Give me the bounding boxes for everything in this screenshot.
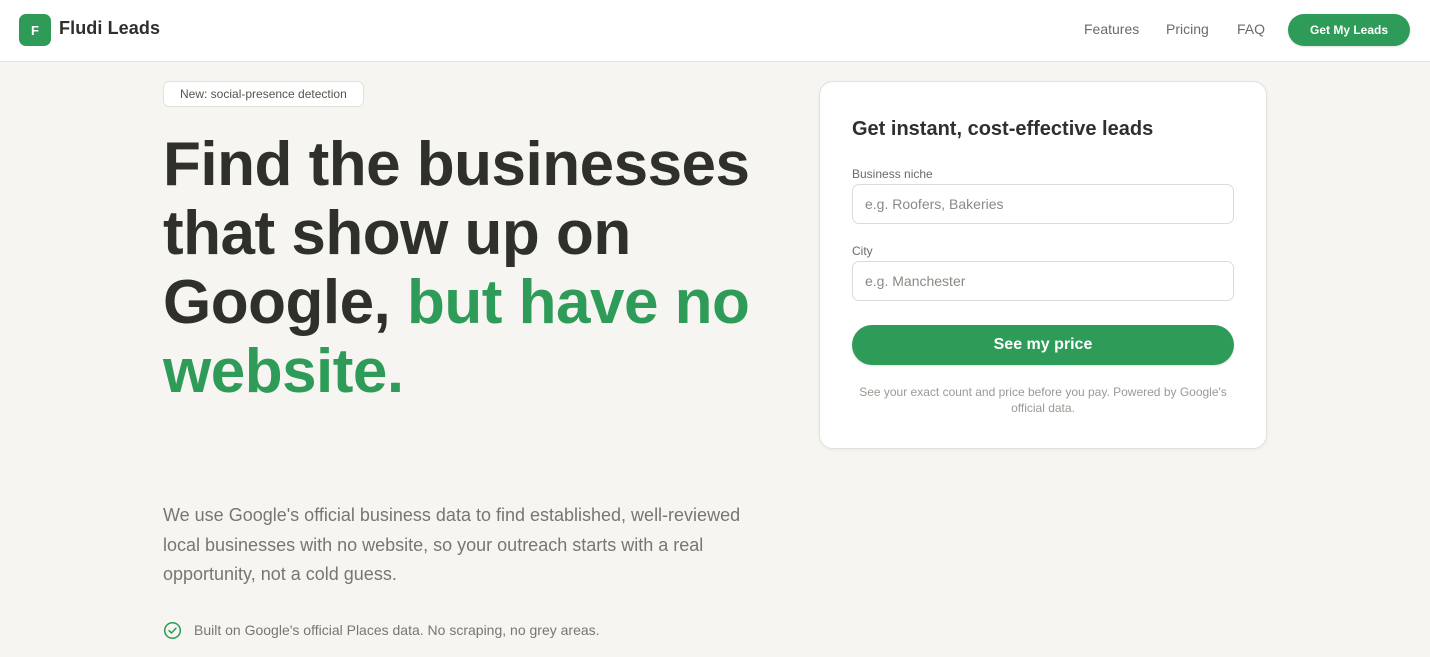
business-niche-input[interactable] bbox=[852, 184, 1234, 224]
form-title: Get instant, cost-effective leads bbox=[852, 118, 1154, 140]
trust-note: Built on Google's official Places data. … bbox=[163, 620, 600, 640]
top-navigation-bar: F Fludi Leads Features Pricing FAQ Get M… bbox=[0, 0, 1430, 62]
see-my-price-button[interactable]: See my price bbox=[852, 325, 1234, 365]
city-input[interactable] bbox=[852, 261, 1234, 301]
hero-title: Find the businesses that show up on Goog… bbox=[163, 130, 763, 406]
logo-icon[interactable]: F bbox=[19, 14, 51, 46]
nav-link-pricing[interactable]: Pricing bbox=[1166, 21, 1209, 37]
form-disclaimer: See your exact count and price before yo… bbox=[859, 385, 1227, 415]
nav-link-features[interactable]: Features bbox=[1084, 21, 1139, 37]
get-my-leads-button[interactable]: Get My Leads bbox=[1288, 14, 1410, 46]
city-label: City bbox=[852, 244, 873, 258]
hero-subtitle: We use Google's official business data t… bbox=[163, 505, 741, 584]
nav-link-faq[interactable]: FAQ bbox=[1237, 21, 1265, 37]
brand-name[interactable]: Fludi Leads bbox=[59, 18, 160, 39]
lead-form-card: Get instant, cost-effective leads Busine… bbox=[819, 81, 1267, 449]
business-niche-label: Business niche bbox=[852, 167, 933, 181]
feature-badge: New: social-presence detection bbox=[163, 81, 364, 107]
check-circle-icon bbox=[163, 621, 182, 639]
trust-note-text: Built on Google's official Places data. … bbox=[194, 622, 600, 638]
